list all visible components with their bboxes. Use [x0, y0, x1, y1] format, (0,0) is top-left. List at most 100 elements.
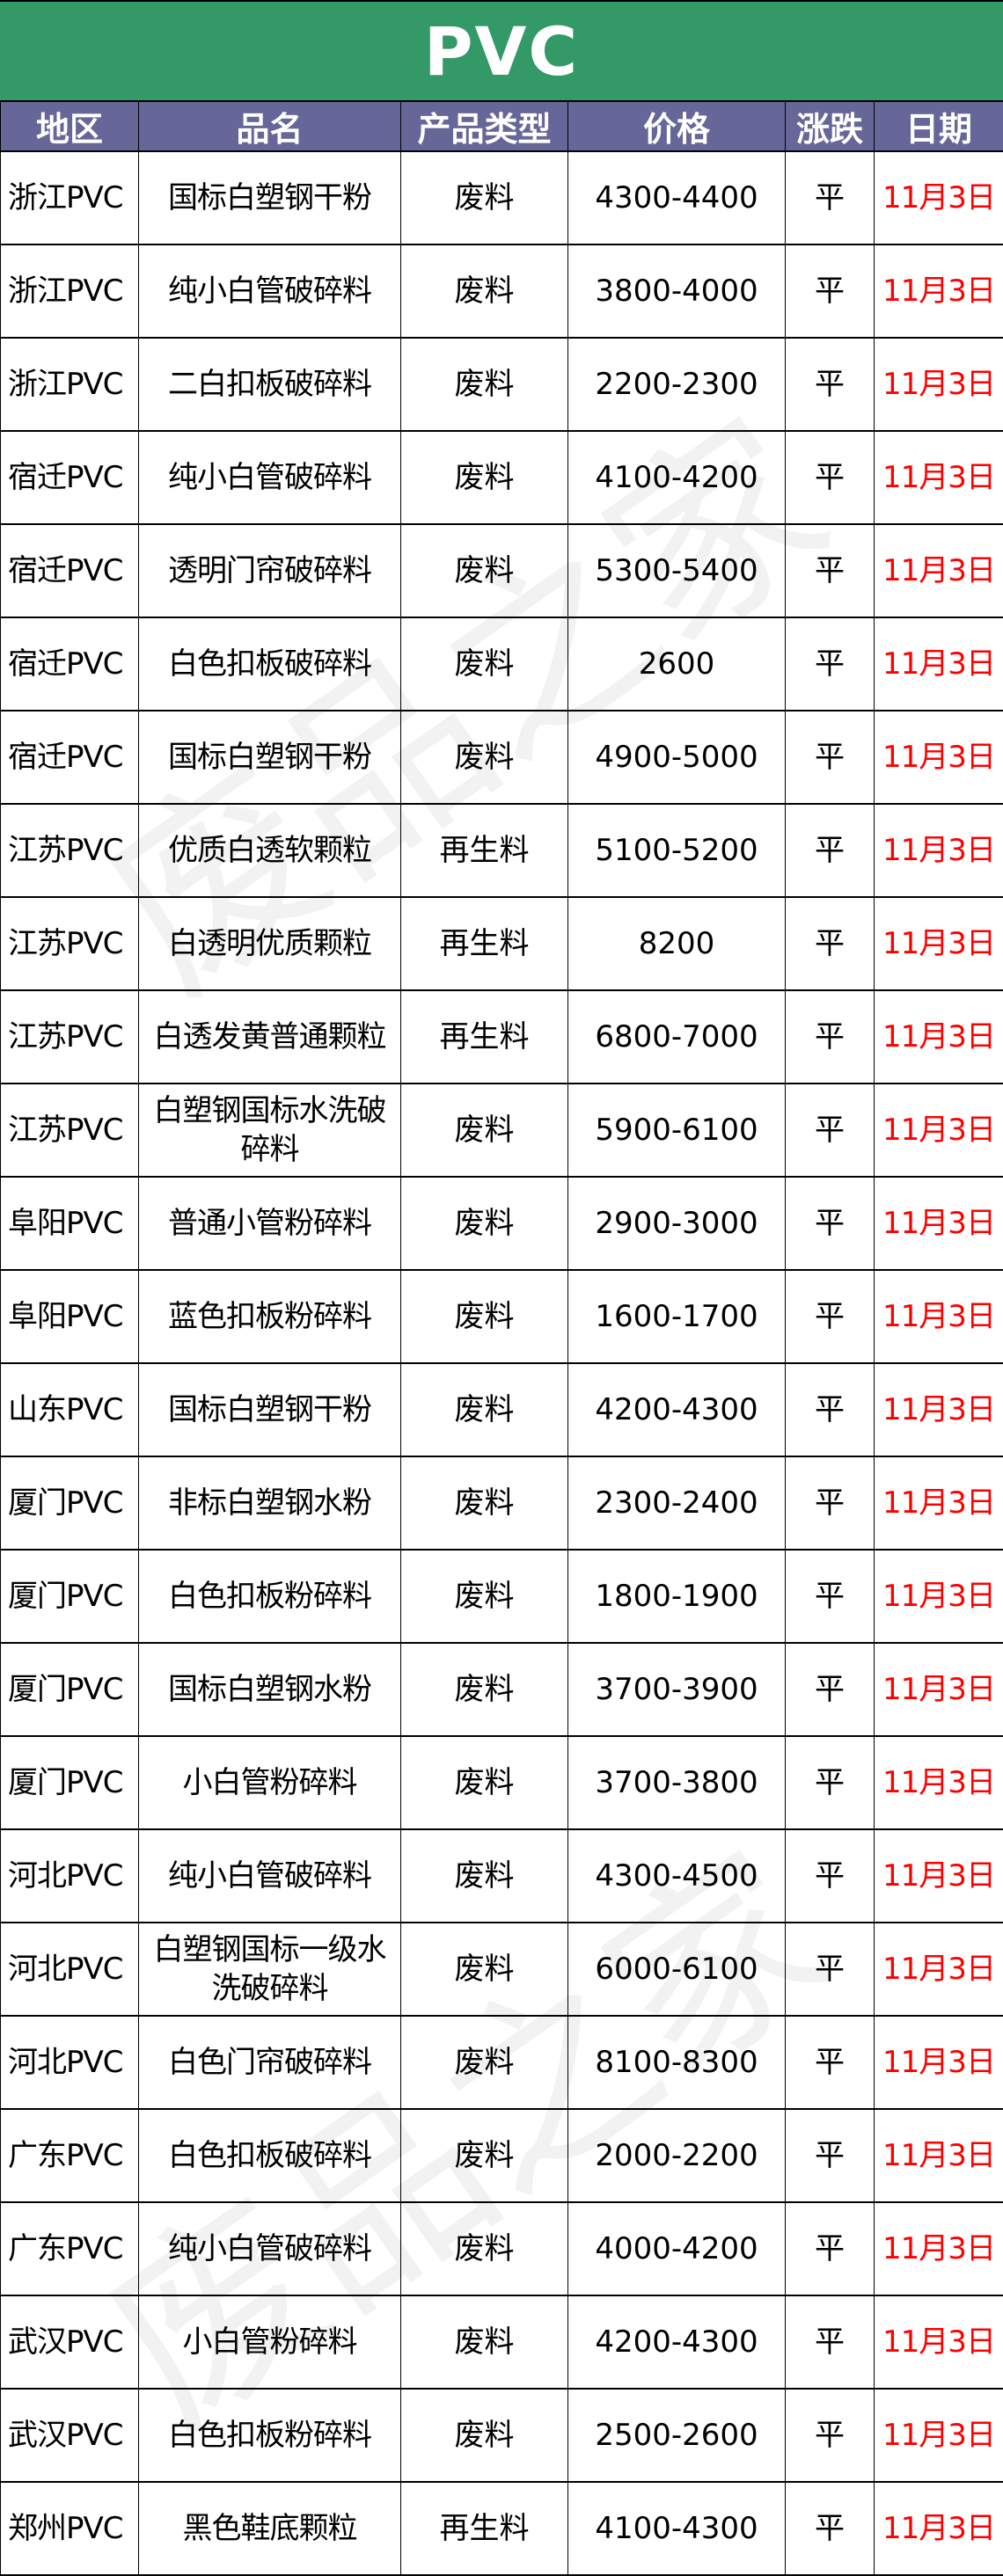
cell-date: 11月3日	[875, 524, 1003, 617]
cell-date: 11月3日	[875, 2389, 1003, 2482]
cell-product: 白色门帘破碎料	[139, 2016, 401, 2109]
cell-date: 11月3日	[875, 151, 1003, 244]
cell-price: 2900-3000	[568, 1177, 786, 1270]
cell-date: 11月3日	[875, 1643, 1003, 1736]
cell-product: 白塑钢国标一级水洗破碎料	[139, 1923, 401, 2016]
table-row: 武汉PVC小白管粉碎料废料4200-4300平11月3日	[1, 2295, 1003, 2389]
cell-change: 平	[786, 1923, 875, 2016]
cell-price: 4000-4200	[568, 2202, 786, 2295]
cell-date: 11月3日	[875, 897, 1003, 990]
cell-region: 广东PVC	[1, 2202, 139, 2295]
cell-type: 废料	[401, 2389, 568, 2482]
cell-type: 废料	[401, 2109, 568, 2202]
cell-date: 11月3日	[875, 1923, 1003, 2016]
cell-product: 纯小白管破碎料	[139, 1829, 401, 1923]
table-row: 江苏PVC白透明优质颗粒再生料8200平11月3日	[1, 897, 1003, 990]
table-row: 宿迁PVC纯小白管破碎料废料4100-4200平11月3日	[1, 431, 1003, 524]
table-row: 宿迁PVC国标白塑钢干粉废料4900-5000平11月3日	[1, 711, 1003, 804]
cell-product: 纯小白管破碎料	[139, 2202, 401, 2295]
page-title: PVC	[0, 0, 1003, 100]
cell-price: 5100-5200	[568, 804, 786, 897]
cell-date: 11月3日	[875, 431, 1003, 524]
table-row: 厦门PVC国标白塑钢水粉废料3700-3900平11月3日	[1, 1643, 1003, 1736]
cell-type: 废料	[401, 711, 568, 804]
cell-product: 白塑钢国标水洗破碎料	[139, 1084, 401, 1177]
cell-date: 11月3日	[875, 1456, 1003, 1550]
table-row: 厦门PVC白色扣板粉碎料废料1800-1900平11月3日	[1, 1550, 1003, 1643]
cell-region: 宿迁PVC	[1, 617, 139, 711]
table-row: 江苏PVC白透发黄普通颗粒再生料6800-7000平11月3日	[1, 990, 1003, 1084]
cell-region: 山东PVC	[1, 1363, 139, 1456]
cell-region: 河北PVC	[1, 1829, 139, 1923]
cell-product: 白色扣板破碎料	[139, 2109, 401, 2202]
cell-product: 优质白透软颗粒	[139, 804, 401, 897]
cell-change: 平	[786, 1829, 875, 1923]
cell-region: 厦门PVC	[1, 1643, 139, 1736]
cell-type: 废料	[401, 1643, 568, 1736]
cell-change: 平	[786, 2109, 875, 2202]
cell-product: 白色扣板粉碎料	[139, 2389, 401, 2482]
cell-region: 厦门PVC	[1, 1736, 139, 1829]
cell-price: 6000-6100	[568, 1923, 786, 2016]
cell-date: 11月3日	[875, 2482, 1003, 2575]
cell-region: 武汉PVC	[1, 2389, 139, 2482]
cell-change: 平	[786, 524, 875, 617]
cell-change: 平	[786, 990, 875, 1084]
cell-price: 8100-8300	[568, 2016, 786, 2109]
cell-product: 白透发黄普通颗粒	[139, 990, 401, 1084]
cell-type: 废料	[401, 617, 568, 711]
cell-date: 11月3日	[875, 2202, 1003, 2295]
cell-date: 11月3日	[875, 2016, 1003, 2109]
cell-date: 11月3日	[875, 1736, 1003, 1829]
cell-price: 3800-4000	[568, 244, 786, 338]
cell-product: 纯小白管破碎料	[139, 431, 401, 524]
cell-price: 5300-5400	[568, 524, 786, 617]
table-row: 厦门PVC非标白塑钢水粉废料2300-2400平11月3日	[1, 1456, 1003, 1550]
cell-product: 白色扣板粉碎料	[139, 1550, 401, 1643]
cell-price: 2500-2600	[568, 2389, 786, 2482]
cell-region: 江苏PVC	[1, 897, 139, 990]
cell-type: 废料	[401, 151, 568, 244]
cell-price: 1600-1700	[568, 1270, 786, 1363]
cell-type: 废料	[401, 338, 568, 431]
cell-type: 废料	[401, 244, 568, 338]
cell-region: 武汉PVC	[1, 2295, 139, 2389]
cell-type: 废料	[401, 1550, 568, 1643]
cell-product: 黑色鞋底颗粒	[139, 2482, 401, 2575]
cell-region: 河北PVC	[1, 1923, 139, 2016]
table-row: 浙江PVC国标白塑钢干粉废料4300-4400平11月3日	[1, 151, 1003, 244]
cell-change: 平	[786, 1270, 875, 1363]
table-row: 厦门PVC小白管粉碎料废料3700-3800平11月3日	[1, 1736, 1003, 1829]
cell-price: 2000-2200	[568, 2109, 786, 2202]
cell-date: 11月3日	[875, 990, 1003, 1084]
cell-date: 11月3日	[875, 804, 1003, 897]
table-row: 广东PVC纯小白管破碎料废料4000-4200平11月3日	[1, 2202, 1003, 2295]
cell-change: 平	[786, 897, 875, 990]
cell-type: 废料	[401, 1923, 568, 2016]
table-row: 浙江PVC二白扣板破碎料废料2200-2300平11月3日	[1, 338, 1003, 431]
cell-region: 江苏PVC	[1, 1084, 139, 1177]
cell-type: 废料	[401, 431, 568, 524]
table-row: 郑州PVC黑色鞋底颗粒再生料4100-4300平11月3日	[1, 2482, 1003, 2575]
cell-change: 平	[786, 1643, 875, 1736]
cell-region: 江苏PVC	[1, 990, 139, 1084]
table-row: 河北PVC白塑钢国标一级水洗破碎料废料6000-6100平11月3日	[1, 1923, 1003, 2016]
cell-type: 废料	[401, 1736, 568, 1829]
cell-change: 平	[786, 338, 875, 431]
cell-region: 厦门PVC	[1, 1550, 139, 1643]
cell-change: 平	[786, 151, 875, 244]
cell-price: 2200-2300	[568, 338, 786, 431]
cell-change: 平	[786, 1177, 875, 1270]
cell-price: 3700-3800	[568, 1736, 786, 1829]
cell-price: 8200	[568, 897, 786, 990]
cell-region: 阜阳PVC	[1, 1270, 139, 1363]
cell-region: 阜阳PVC	[1, 1177, 139, 1270]
cell-date: 11月3日	[875, 2109, 1003, 2202]
cell-region: 河北PVC	[1, 2016, 139, 2109]
table-row: 浙江PVC纯小白管破碎料废料3800-4000平11月3日	[1, 244, 1003, 338]
cell-product: 国标白塑钢干粉	[139, 151, 401, 244]
cell-product: 普通小管粉碎料	[139, 1177, 401, 1270]
cell-product: 非标白塑钢水粉	[139, 1456, 401, 1550]
cell-region: 宿迁PVC	[1, 524, 139, 617]
cell-region: 江苏PVC	[1, 804, 139, 897]
